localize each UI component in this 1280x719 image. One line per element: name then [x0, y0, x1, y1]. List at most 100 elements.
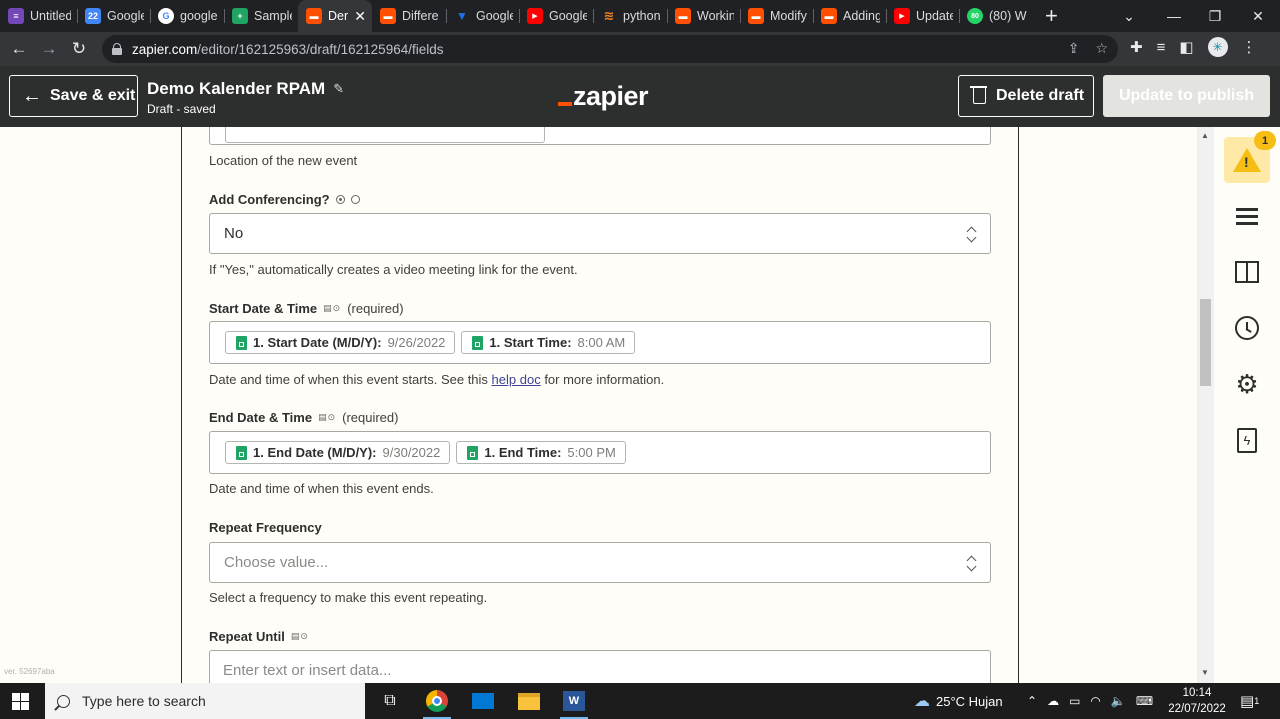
clock-time: 10:14 [1182, 687, 1212, 699]
tab-favicon-icon: ▬ [675, 8, 691, 24]
data-pill-end-date[interactable]: 1. End Date (M/D/Y): 9/30/2022 [225, 441, 451, 464]
weather-text: 25°C Hujan [936, 693, 1003, 709]
help-doc-link[interactable]: help doc [492, 372, 541, 387]
tab-favicon-icon: ≡ [8, 8, 24, 24]
sidebar-guide-button[interactable] [1224, 249, 1270, 295]
word-taskbar-icon[interactable]: W [552, 683, 596, 719]
tab-label: Untitled [30, 9, 71, 23]
browser-tab[interactable]: ▶ Update [886, 0, 959, 32]
delete-draft-button[interactable]: Delete draft [958, 75, 1094, 117]
extensions-puzzle-icon[interactable]: ✚ [1130, 38, 1143, 56]
browser-tab[interactable]: 22 Google [77, 0, 150, 32]
browser-tab[interactable]: ▬ Adding [813, 0, 886, 32]
required-tag: (required) [347, 301, 404, 316]
share-icon[interactable]: ⇪ [1068, 40, 1080, 57]
data-pill-start-date[interactable]: 1. Start Date (M/D/Y): 9/26/2022 [225, 331, 456, 354]
sidebar-history-button[interactable] [1224, 305, 1270, 351]
mail-taskbar-icon[interactable] [461, 683, 505, 719]
chrome-taskbar-icon[interactable] [415, 683, 459, 719]
start-date-label: Start Date & Time ▤⊙ (required) [209, 301, 404, 316]
chrome-menu-icon[interactable]: ⋮ [1242, 38, 1257, 56]
tab-favicon-icon: ▬ [748, 8, 764, 24]
chevron-up-icon[interactable]: ⌃ [1027, 694, 1037, 708]
repeat-until-input[interactable]: Enter text or insert data... [209, 650, 991, 683]
browser-tab[interactable]: ▶ Google [519, 0, 593, 32]
pencil-icon[interactable]: ✎ [333, 81, 344, 97]
zapier-logo: zapier [558, 81, 649, 112]
close-window-button[interactable]: ✕ [1236, 0, 1280, 32]
browser-tab[interactable]: ▬ Modify [740, 0, 813, 32]
volume-icon[interactable]: 🔈 [1111, 694, 1126, 708]
end-date-field[interactable]: 1. End Date (M/D/Y): 9/30/2022 1. End Tim… [209, 431, 991, 474]
update-to-publish-button[interactable]: Update to publish [1103, 75, 1270, 117]
warning-icon [1233, 148, 1261, 172]
tab-favicon-icon: ▼ [456, 9, 468, 23]
new-tab-button[interactable]: + [1045, 3, 1058, 29]
taskbar-search-box[interactable]: Type here to search [45, 683, 365, 719]
radio-off-icon[interactable] [350, 195, 360, 204]
tab-favicon-icon: ▬ [380, 8, 396, 24]
browser-tab[interactable]: ▬ Differe [372, 0, 446, 32]
radio-on-icon[interactable] [335, 195, 345, 204]
wifi-icon[interactable]: ◠ [1090, 694, 1100, 708]
notification-icon[interactable]: ▤ 1 [1240, 683, 1259, 719]
conferencing-select[interactable]: No [209, 213, 991, 254]
zap-title[interactable]: Demo Kalender RPAM ✎ [147, 79, 344, 99]
taskbar-clock[interactable]: 10:14 22/07/2022 [1163, 685, 1231, 717]
bookmark-star-icon[interactable]: ☆ [1095, 40, 1108, 57]
tab-close-icon[interactable]: ✕ [354, 8, 366, 25]
browser-tab[interactable]: ▼ Google [446, 0, 519, 32]
forward-arrow-icon[interactable]: → [34, 34, 64, 64]
repeat-frequency-select[interactable]: Choose value... [209, 542, 991, 583]
conferencing-help: If "Yes," automatically creates a video … [209, 262, 578, 277]
weather-widget[interactable]: ☁ 25°C Hujan [914, 683, 1003, 719]
arrow-left-icon: ← [22, 85, 42, 107]
windows-taskbar: Type here to search ⧉ W ☁ 25°C Hujan ⌃ ☁… [0, 683, 1280, 719]
maximize-button[interactable]: ❐ [1193, 0, 1237, 32]
keyboard-icon[interactable]: ⌨ [1136, 694, 1153, 708]
browser-tab[interactable]: 80 (80) W [959, 0, 1033, 32]
data-pill-start-time[interactable]: 1. Start Time: 8:00 AM [461, 331, 636, 354]
task-view-icon[interactable]: ⧉ [368, 683, 412, 719]
clock-icon [1235, 316, 1259, 340]
notification-count: 1 [1254, 696, 1260, 706]
location-field[interactable] [209, 127, 991, 145]
start-date-field[interactable]: 1. Start Date (M/D/Y): 9/26/2022 1. Start… [209, 321, 991, 364]
browser-tab-active[interactable]: ▬ Den ✕ [298, 0, 372, 32]
side-panel-icon[interactable]: ◧ [1179, 38, 1193, 56]
browser-tab[interactable]: ≡ Untitled [0, 0, 77, 32]
save-and-exit-button[interactable]: ← Save & exit [9, 75, 138, 117]
onedrive-cloud-icon[interactable]: ☁ [1047, 694, 1059, 708]
windows-start-icon[interactable] [12, 693, 29, 710]
tab-label: Update [916, 9, 953, 23]
browser-tab[interactable]: + Sample [224, 0, 298, 32]
tab-favicon-icon: ▬ [821, 8, 837, 24]
scroll-up-arrow-icon[interactable]: ▲ [1201, 131, 1209, 140]
list-icon [1236, 208, 1258, 225]
reload-icon[interactable]: ↻ [64, 34, 94, 64]
page-scrollbar[interactable]: ▲ ▼ [1197, 127, 1214, 683]
system-tray: ⌃ ☁ ▭ ◠ 🔈 ⌨ [1027, 683, 1153, 719]
scrollbar-thumb[interactable] [1200, 299, 1211, 386]
browser-tab[interactable]: ▬ Workin [667, 0, 740, 32]
url-path: /editor/162125963/draft/162125964/fields [197, 41, 444, 57]
data-pill-end-time[interactable]: 1. End Time: 5:00 PM [456, 441, 626, 464]
sidebar-runs-button[interactable]: ϟ [1224, 417, 1270, 463]
minimize-button[interactable]: — [1152, 0, 1196, 32]
editor-sidebar: ⚙ ϟ [1214, 127, 1280, 683]
scroll-down-arrow-icon[interactable]: ▼ [1201, 668, 1209, 677]
media-control-icon[interactable]: ≡ [1157, 39, 1166, 56]
sidebar-settings-button[interactable]: ⚙ [1224, 361, 1270, 407]
field-type-icon: ▤⊙ [318, 412, 337, 422]
browser-tab[interactable]: G google [150, 0, 224, 32]
file-explorer-icon[interactable] [507, 683, 551, 719]
address-bar[interactable]: zapier.com /editor/162125963/draft/16212… [102, 35, 1118, 63]
tab-favicon-icon: G [158, 8, 174, 24]
browser-tab[interactable]: ≋ python [593, 0, 667, 32]
battery-icon[interactable]: ▭ [1069, 694, 1080, 708]
sidebar-outline-button[interactable] [1224, 193, 1270, 239]
back-arrow-icon[interactable]: ← [4, 34, 34, 64]
tab-label: Adding [843, 9, 880, 23]
tab-search-icon[interactable]: ⌄ [1107, 0, 1151, 32]
profile-avatar[interactable]: ✳ [1207, 37, 1228, 57]
